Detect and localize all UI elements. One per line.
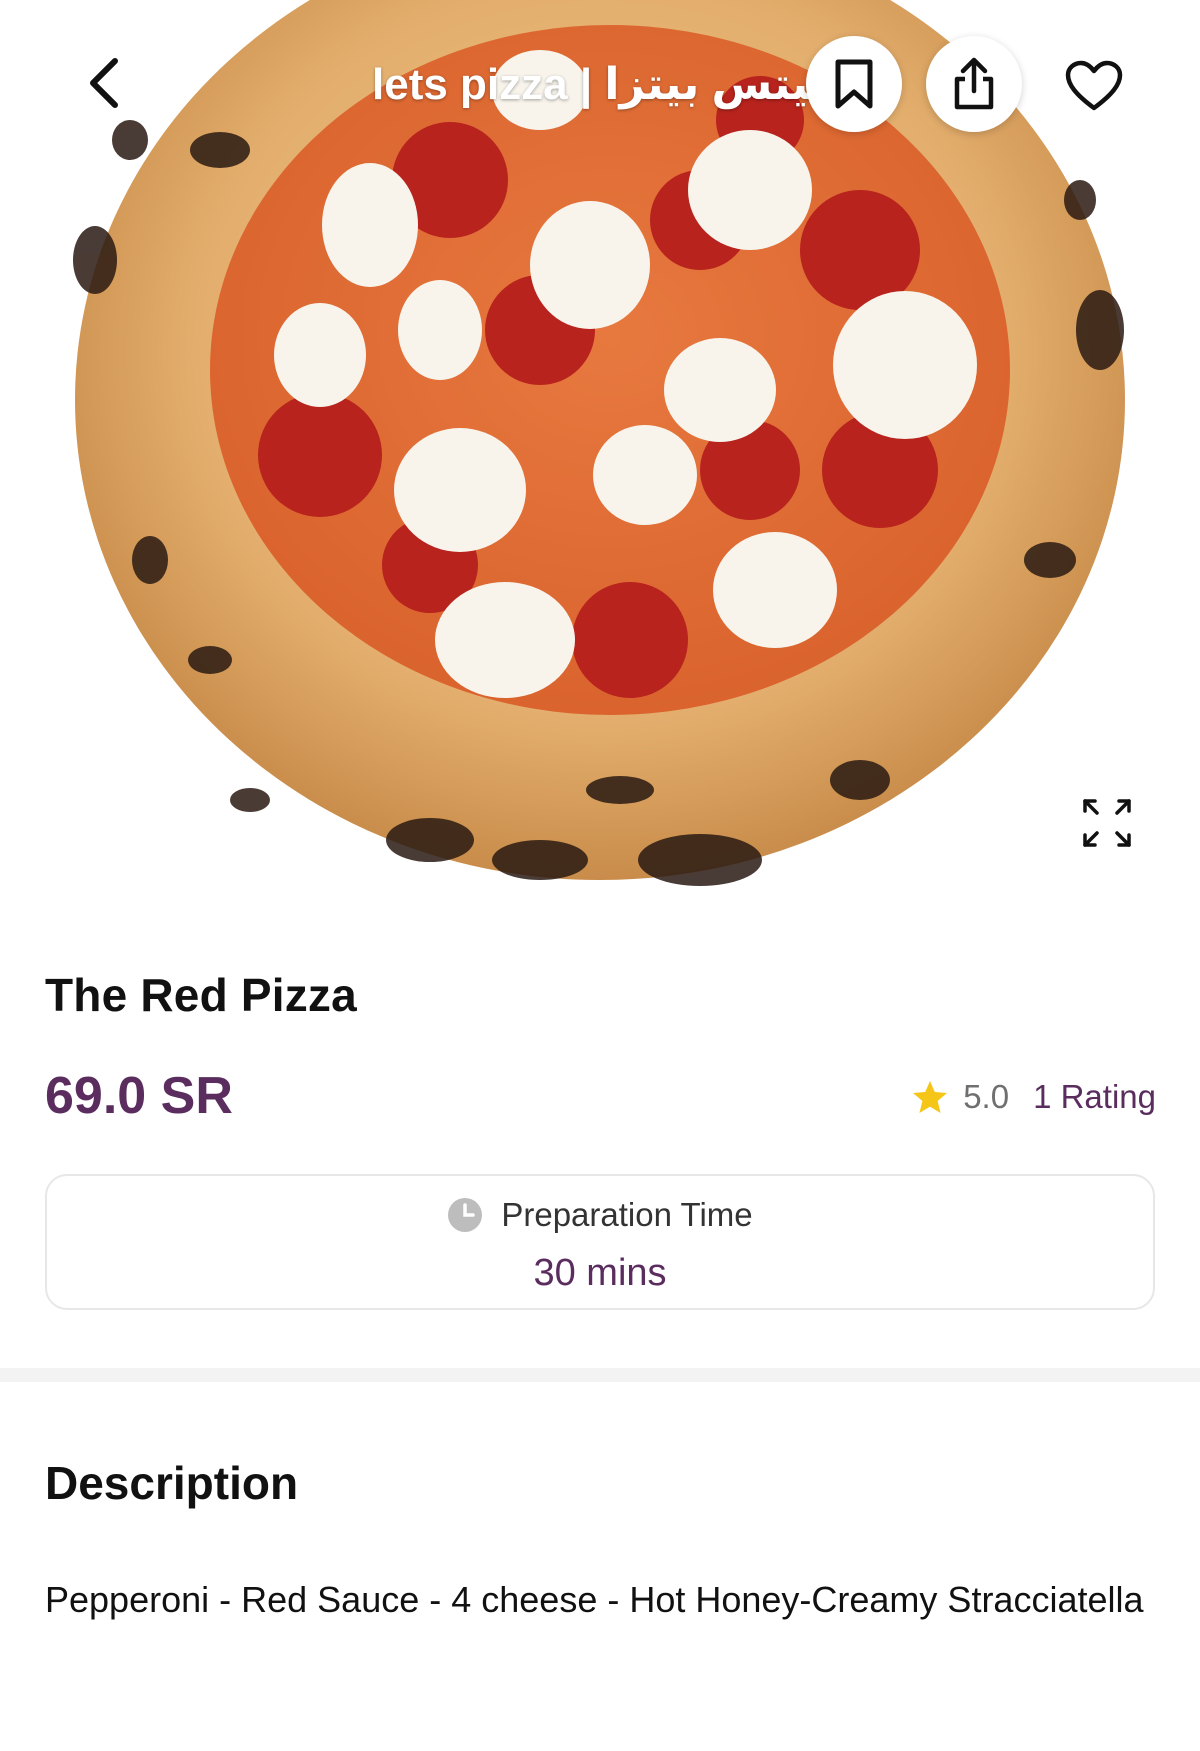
preparation-time-value: 30 mins: [533, 1252, 667, 1294]
share-button[interactable]: [926, 36, 1022, 132]
rating-summary[interactable]: 5.0 1 Rating: [911, 1078, 1156, 1116]
bookmark-button[interactable]: [806, 36, 902, 132]
expand-image-button[interactable]: [1074, 790, 1140, 856]
product-price: 69.0 SR: [45, 1067, 233, 1125]
store-name: lets pizza | ليتس بيتزا: [372, 60, 827, 109]
star-icon: [913, 1081, 948, 1113]
section-divider: [0, 1368, 1200, 1382]
preparation-time-card: Preparation Time 30 mins: [45, 1174, 1155, 1310]
preparation-time-label: Preparation Time: [501, 1196, 753, 1233]
heart-icon: [1065, 60, 1123, 111]
favorite-button[interactable]: [1054, 46, 1134, 126]
clock-icon: [448, 1198, 483, 1232]
description-text: Pepperoni - Red Sauce - 4 cheese - Hot H…: [45, 1579, 1144, 1620]
back-button[interactable]: [70, 48, 140, 118]
chevron-left-icon: [90, 58, 118, 108]
expand-icon: [1083, 799, 1131, 847]
description-heading: Description: [45, 1457, 299, 1509]
product-title: The Red Pizza: [45, 969, 357, 1021]
share-icon: [954, 57, 994, 110]
rating-score: 5.0: [963, 1078, 1010, 1115]
bookmark-icon: [835, 59, 873, 109]
top-navigation-bar: lets pizza | ليتس بيتزا: [0, 0, 1200, 170]
rating-count: 1 Rating: [1033, 1078, 1156, 1115]
